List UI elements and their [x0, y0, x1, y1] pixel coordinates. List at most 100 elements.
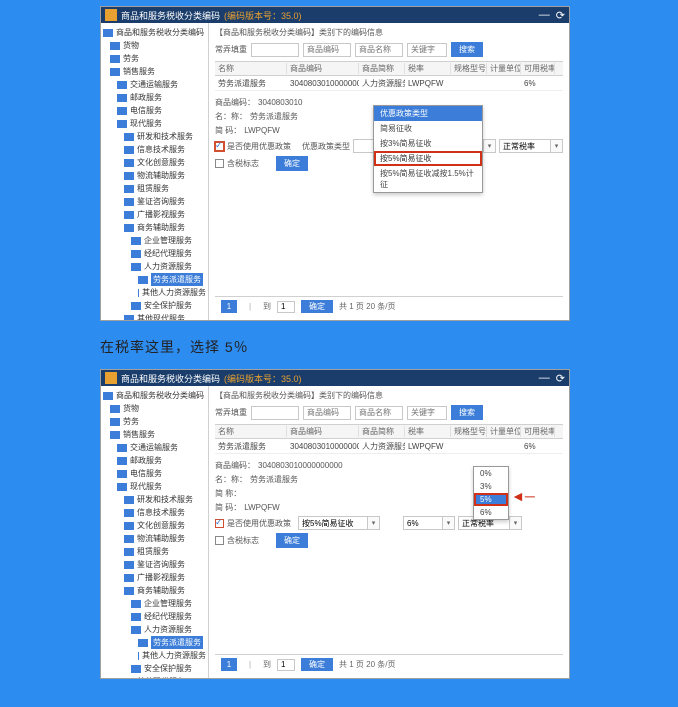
tree-node[interactable]: 经纪代理服务: [103, 247, 206, 260]
dropdown-option[interactable]: 按5%简易征收减按1.5%计征: [374, 166, 482, 192]
tree-node[interactable]: 商品和服务税收分类编码: [103, 26, 206, 39]
tree-node[interactable]: 其他人力资源服务: [103, 649, 206, 662]
tree-node[interactable]: 货物: [103, 402, 206, 415]
filter-code-input[interactable]: [303, 406, 351, 420]
minimize-button[interactable]: —: [539, 9, 550, 22]
tree-node[interactable]: 广播影视服务: [103, 571, 206, 584]
dropdown-option[interactable]: 0%: [474, 467, 508, 480]
page-input[interactable]: [277, 301, 295, 313]
tree-node[interactable]: 物流辅助服务: [103, 169, 206, 182]
tree-node[interactable]: 货物: [103, 39, 206, 52]
dropdown-option[interactable]: 简易征收: [374, 121, 482, 136]
tree-node[interactable]: 企业管理服务: [103, 234, 206, 247]
tree-node[interactable]: 信息技术服务: [103, 143, 206, 156]
tree-node[interactable]: 劳务派遣服务: [103, 636, 206, 649]
dropdown-option[interactable]: 3%: [474, 480, 508, 493]
titlebar: 商品和服务税收分类编码 (编码版本号：35.0) — ⟳: [101, 370, 569, 386]
tree-node[interactable]: 企业管理服务: [103, 597, 206, 610]
tax-included-checkbox[interactable]: [215, 536, 224, 545]
tree-node[interactable]: 文化创意服务: [103, 156, 206, 169]
pref-type-dropdown[interactable]: 优惠政策类型 简易征收 按3%简易征收 按5%简易征收 按5%简易征收减按1.5…: [373, 105, 483, 193]
tree-node[interactable]: 文化创意服务: [103, 519, 206, 532]
dropdown-option[interactable]: 6%: [474, 506, 508, 519]
confirm-button[interactable]: 确定: [276, 533, 308, 548]
filter-name-input[interactable]: [355, 406, 403, 420]
filter-empty-input[interactable]: [251, 43, 299, 57]
tree-label: 信息技术服务: [137, 506, 185, 519]
filter-code-input[interactable]: [303, 43, 351, 57]
filter-name-input[interactable]: [355, 43, 403, 57]
tree-node[interactable]: 经纪代理服务: [103, 610, 206, 623]
preferential-checkbox[interactable]: [215, 142, 224, 151]
refresh-button[interactable]: ⟳: [556, 9, 565, 22]
tree-node[interactable]: 安全保护服务: [103, 662, 206, 675]
folder-icon: [117, 107, 127, 115]
tree-node[interactable]: 商务辅助服务: [103, 584, 206, 597]
table-row[interactable]: 劳务派遣服务 3040803010000000000 人力资源服务 LWPQFW…: [215, 76, 563, 91]
chevron-down-icon[interactable]: ▾: [510, 516, 522, 530]
tree-node[interactable]: 现代服务: [103, 480, 206, 493]
tree-node[interactable]: 劳务: [103, 415, 206, 428]
dropdown-option[interactable]: 5%: [474, 493, 508, 506]
tree-node[interactable]: 鉴证咨询服务: [103, 195, 206, 208]
tree-node[interactable]: 其他现代服务: [103, 675, 206, 678]
rate-select[interactable]: [403, 516, 443, 530]
tree-node[interactable]: 邮政服务: [103, 91, 206, 104]
tree-node[interactable]: 商务辅助服务: [103, 221, 206, 234]
tree-node[interactable]: 人力资源服务: [103, 623, 206, 636]
chevron-down-icon[interactable]: ▾: [368, 516, 380, 530]
tree-node[interactable]: 其他人力资源服务: [103, 286, 206, 299]
folder-icon: [117, 444, 127, 452]
dropdown-option[interactable]: 按3%简易征收: [374, 136, 482, 151]
page-go-button[interactable]: 确定: [301, 300, 333, 313]
tree-node[interactable]: 销售服务: [103, 65, 206, 78]
search-button[interactable]: 搜索: [451, 405, 483, 420]
tree-node[interactable]: 电信服务: [103, 467, 206, 480]
tax-included-checkbox[interactable]: [215, 159, 224, 168]
tree-node[interactable]: 安全保护服务: [103, 299, 206, 312]
filter-key-input[interactable]: [407, 406, 447, 420]
category-tree[interactable]: 商品和服务税收分类编码货物劳务销售服务交通运输服务邮政服务电信服务现代服务研发和…: [101, 23, 209, 320]
tree-node[interactable]: 租赁服务: [103, 545, 206, 558]
tree-node[interactable]: 劳务派遣服务: [103, 273, 206, 286]
tree-node[interactable]: 销售服务: [103, 428, 206, 441]
rate-kind-select[interactable]: [499, 139, 551, 153]
tree-node[interactable]: 劳务: [103, 52, 206, 65]
page-current[interactable]: 1: [221, 300, 237, 313]
tree-node[interactable]: 邮政服务: [103, 454, 206, 467]
pref-type-select[interactable]: [298, 516, 368, 530]
tree-node[interactable]: 信息技术服务: [103, 506, 206, 519]
search-button[interactable]: 搜索: [451, 42, 483, 57]
page-input[interactable]: [277, 659, 295, 671]
folder-icon: [124, 496, 134, 504]
page-go-button[interactable]: 确定: [301, 658, 333, 671]
filter-empty-input[interactable]: [251, 406, 299, 420]
tree-node[interactable]: 广播影视服务: [103, 208, 206, 221]
preferential-checkbox[interactable]: [215, 519, 224, 528]
tree-node[interactable]: 物流辅助服务: [103, 532, 206, 545]
page-current[interactable]: 1: [221, 658, 237, 671]
minimize-button[interactable]: —: [539, 372, 550, 385]
filter-key-input[interactable]: [407, 43, 447, 57]
tree-node[interactable]: 交通运输服务: [103, 441, 206, 454]
chevron-down-icon[interactable]: ▾: [484, 139, 496, 153]
tree-node[interactable]: 其他现代服务: [103, 312, 206, 320]
tree-node[interactable]: 现代服务: [103, 117, 206, 130]
tree-node[interactable]: 人力资源服务: [103, 260, 206, 273]
tree-node[interactable]: 商品和服务税收分类编码: [103, 389, 206, 402]
tree-node[interactable]: 研发和技术服务: [103, 493, 206, 506]
folder-icon: [117, 470, 127, 478]
tree-node[interactable]: 租赁服务: [103, 182, 206, 195]
chevron-down-icon[interactable]: ▾: [551, 139, 563, 153]
chevron-down-icon[interactable]: ▾: [443, 516, 455, 530]
refresh-button[interactable]: ⟳: [556, 372, 565, 385]
confirm-button[interactable]: 确定: [276, 156, 308, 171]
rate-dropdown[interactable]: 0% 3% 5% 6%: [473, 466, 509, 520]
tree-node[interactable]: 电信服务: [103, 104, 206, 117]
table-row[interactable]: 劳务派遣服务 3040803010000000000 人力资源服务 LWPQFW…: [215, 439, 563, 454]
tree-node[interactable]: 研发和技术服务: [103, 130, 206, 143]
tree-node[interactable]: 鉴证咨询服务: [103, 558, 206, 571]
dropdown-option[interactable]: 按5%简易征收: [374, 151, 482, 166]
category-tree[interactable]: 商品和服务税收分类编码货物劳务销售服务交通运输服务邮政服务电信服务现代服务研发和…: [101, 386, 209, 678]
tree-node[interactable]: 交通运输服务: [103, 78, 206, 91]
